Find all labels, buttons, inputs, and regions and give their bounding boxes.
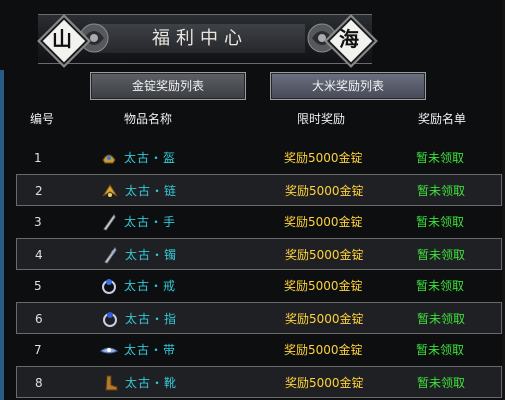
banner-badge-right: 海 [326, 16, 376, 66]
column-header-number: 编号 [30, 112, 55, 126]
page-title: 福利中心 [152, 28, 248, 49]
reward-table: 1 太古・盔 奖励5000金锭 暂未领取 2 太古・链 奖励5000金锭 暂未领… [16, 142, 502, 398]
table-row: 8 太古・靴 奖励5000金锭 暂未领取 [16, 366, 502, 398]
reward-amount: 奖励5000金锭 [285, 312, 364, 326]
row-number: 7 [34, 343, 42, 357]
row-number: 6 [35, 312, 43, 326]
row-number: 4 [35, 248, 43, 262]
banner-badge-left: 山 [39, 16, 89, 66]
claim-status[interactable]: 暂未领取 [416, 334, 464, 366]
reward-amount: 奖励5000金锭 [284, 151, 363, 165]
claim-status[interactable]: 暂未领取 [417, 303, 465, 335]
table-row: 2 太古・链 奖励5000金锭 暂未领取 [16, 174, 502, 206]
ring-icon [102, 279, 116, 294]
item-name: 太古・带 [124, 343, 177, 357]
boots-icon [105, 375, 118, 391]
item-name: 太古・指 [125, 312, 178, 326]
table-row: 5 太古・戒 奖励5000金锭 暂未领取 [16, 270, 502, 302]
table-row: 7 太古・带 奖励5000金锭 暂未领取 [16, 334, 502, 366]
column-header-timed-reward: 限时奖励 [297, 112, 346, 126]
row-number: 2 [35, 184, 43, 198]
banner-badge-right-label: 海 [339, 27, 359, 51]
claim-status[interactable]: 暂未领取 [417, 175, 465, 207]
reward-amount: 奖励5000金锭 [285, 376, 364, 390]
claim-status[interactable]: 暂未领取 [417, 367, 465, 399]
panel-left-border [0, 70, 4, 400]
row-number: 1 [34, 151, 42, 165]
claim-status[interactable]: 暂未领取 [417, 239, 465, 271]
table-row: 1 太古・盔 奖励5000金锭 暂未领取 [16, 142, 502, 174]
reward-amount: 奖励5000金锭 [285, 248, 364, 262]
row-number: 8 [35, 376, 43, 390]
item-name: 太古・镯 [125, 248, 178, 262]
claim-status[interactable]: 暂未领取 [416, 206, 464, 238]
row-number: 3 [34, 215, 42, 229]
item-name: 太古・靴 [125, 376, 178, 390]
claim-status[interactable]: 暂未领取 [416, 142, 464, 174]
reward-amount: 奖励5000金锭 [284, 343, 363, 357]
reward-amount: 奖励5000金锭 [284, 279, 363, 293]
tab-rice-rewards[interactable]: 大米奖励列表 [270, 72, 426, 100]
finger-ring-icon [103, 312, 117, 327]
necklace-icon [102, 184, 118, 197]
table-row: 3 太古・手 奖励5000金锭 暂未领取 [16, 206, 502, 238]
reward-amount: 奖励5000金锭 [285, 184, 364, 198]
helmet-icon [102, 154, 116, 164]
bracelet-icon [104, 247, 117, 264]
belt-icon [100, 347, 118, 354]
reward-amount: 奖励5000金锭 [284, 215, 363, 229]
item-name: 太古・盔 [124, 151, 177, 165]
column-header-item-name: 物品名称 [124, 112, 173, 126]
bracer-icon [103, 214, 116, 231]
column-header-reward-list: 奖励名单 [418, 112, 467, 126]
row-number: 5 [34, 279, 42, 293]
item-name: 太古・手 [124, 215, 177, 229]
banner-badge-left-label: 山 [52, 27, 72, 51]
table-row: 4 太古・镯 奖励5000金锭 暂未领取 [16, 238, 502, 270]
claim-status[interactable]: 暂未领取 [416, 270, 464, 302]
item-name: 太古・链 [125, 184, 178, 198]
tab-gold-ingot-rewards[interactable]: 金锭奖励列表 [90, 72, 246, 100]
table-row: 6 太古・指 奖励5000金锭 暂未领取 [16, 302, 502, 334]
item-name: 太古・戒 [124, 279, 177, 293]
